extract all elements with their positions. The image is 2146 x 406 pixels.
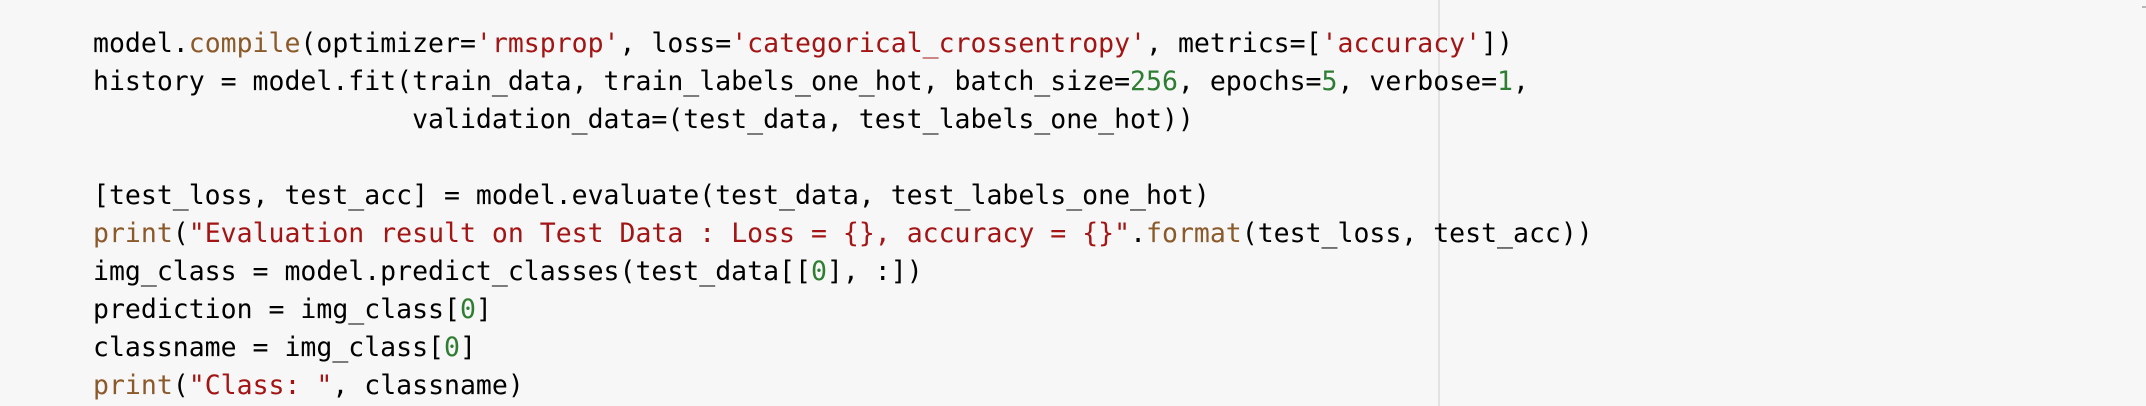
string-literal: "Class: " <box>188 370 333 401</box>
string-literal: "Evaluation result on Test Data : Loss =… <box>188 218 1131 249</box>
code-line: print("Evaluation result on Test Data : … <box>93 215 2133 253</box>
code-text: , epochs= <box>1177 66 1322 97</box>
number-literal: 1 <box>1497 66 1513 97</box>
code-text: validation_data=(test_data, test_labels_… <box>93 104 1194 135</box>
code-text: ], :]) <box>826 256 923 287</box>
code-text: , classname) <box>332 370 524 401</box>
function-name: print <box>93 370 173 401</box>
code-text: (optimizer= <box>300 28 476 59</box>
code-line: model.compile(optimizer='rmsprop', loss=… <box>93 25 2133 63</box>
code-line: classname = img_class[0] <box>93 329 2133 367</box>
code-line: print("Class: ", classname) <box>93 367 2133 405</box>
code-text: ( <box>172 370 189 401</box>
code-text: , verbose= <box>1337 66 1498 97</box>
code-text: ( <box>172 218 189 249</box>
code-text: , metrics=[ <box>1146 28 1322 59</box>
string-literal: 'accuracy' <box>1321 28 1482 59</box>
code-text: model. <box>93 28 189 59</box>
number-literal: 256 <box>1130 66 1178 97</box>
function-name: format <box>1146 218 1242 249</box>
number-literal: 0 <box>459 294 476 325</box>
function-name: print <box>93 218 173 249</box>
code-cell[interactable]: model.compile(optimizer='rmsprop', loss=… <box>0 0 2146 406</box>
code-line: prediction = img_class[0] <box>93 291 2133 329</box>
code-line: validation_data=(test_data, test_labels_… <box>93 101 2133 139</box>
function-name: compile <box>188 28 301 59</box>
code-text: (test_loss, test_acc)) <box>1241 218 1593 249</box>
code-line: [test_loss, test_acc] = model.evaluate(t… <box>93 177 2133 215</box>
number-literal: 0 <box>810 256 827 287</box>
code-line: history = model.fit(train_data, train_la… <box>93 63 2133 101</box>
scrollbar-indicator <box>2142 6 2146 8</box>
code-text: . <box>1130 218 1147 249</box>
code-text: ]) <box>1481 28 1513 59</box>
number-literal: 0 <box>444 332 460 363</box>
string-literal: 'rmsprop' <box>475 28 620 59</box>
code-text: img_class = model.predict_classes(test_d… <box>93 256 811 287</box>
code-text: ] <box>475 294 492 325</box>
code-line: img_class = model.predict_classes(test_d… <box>93 253 2133 291</box>
code-text: ] <box>459 332 476 363</box>
code-text: , <box>1513 66 1529 97</box>
code-editor[interactable]: model.compile(optimizer='rmsprop', loss=… <box>93 25 2133 405</box>
code-text: , loss= <box>619 28 732 59</box>
code-text: history = model.fit(train_data, train_la… <box>93 66 1131 97</box>
code-text: prediction = img_class[ <box>93 294 460 325</box>
number-literal: 5 <box>1321 66 1338 97</box>
code-text: classname = img_class[ <box>93 332 444 363</box>
string-literal: 'categorical_crossentropy' <box>731 28 1147 59</box>
code-text: [test_loss, test_acc] = model.evaluate(t… <box>93 180 1210 211</box>
